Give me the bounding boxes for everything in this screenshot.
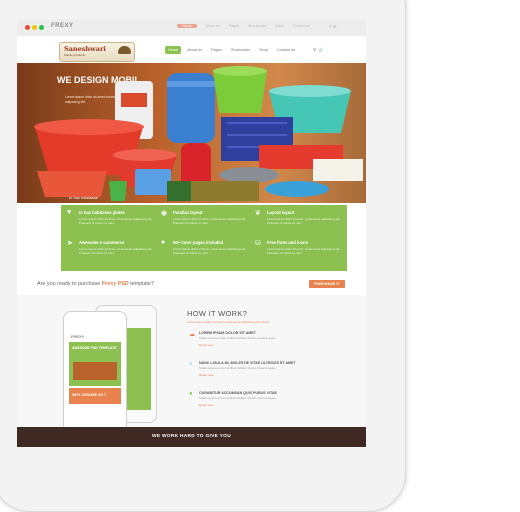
close-dot-icon[interactable] <box>25 25 30 30</box>
rocket-icon: ➤ <box>67 240 73 247</box>
feature-desc: Lorem ipsum dolor sit amet, consectetur … <box>267 247 341 255</box>
phone-logo: FREXY <box>71 334 85 339</box>
phone-hero: AWESOME PSD TEMPLATE <box>69 342 121 386</box>
purchase-button[interactable]: PURCHASE IT <box>309 280 345 288</box>
feature-title: Layout layout <box>267 210 295 215</box>
purchase-brand: Frexy PSD <box>101 281 129 287</box>
maximize-dot-icon[interactable] <box>39 25 44 30</box>
purchase-suffix: template? <box>130 281 154 287</box>
browser-nav: Home About us Pages Shortcodes Shop Cont… <box>177 24 310 28</box>
browser-nav-about[interactable]: About us <box>206 24 220 28</box>
feature-title: Free fonts and icons <box>267 240 308 245</box>
feature-title: 50+ inner pages included <box>173 240 224 245</box>
read-more-link[interactable]: Read more <box>199 343 214 347</box>
nav-about[interactable]: About us <box>184 46 205 54</box>
nav-pages[interactable]: Pages <box>208 46 225 54</box>
sitemap-icon: ⛁ <box>255 240 261 247</box>
logo-tagline: Plastic products <box>64 53 86 57</box>
feature-desc: Lorem ipsum dolor sit amet, consectetur … <box>267 217 341 225</box>
feature-desc: Lorem ipsum dolor sit amet, consectetur … <box>173 247 247 255</box>
feature-title: Awesome e-commerce <box>79 240 125 245</box>
leaf-icon: ❦ <box>255 210 261 217</box>
phone-cta: WHY CHOOSE US ? <box>72 393 107 397</box>
browser-nav-pages[interactable]: Pages <box>229 24 239 28</box>
site-logo[interactable]: Saneshwari Plastic products <box>59 42 135 62</box>
nav-home[interactable]: Home <box>165 46 182 54</box>
feature-desc: Lorem ipsum dolor sit amet, consectetur … <box>79 247 153 255</box>
step-title: LOREM IPSUM DOLOR SIT AMET <box>199 331 256 335</box>
purchase-prefix: Are you ready to purchase <box>37 281 101 287</box>
plastic-products-image <box>34 66 363 201</box>
mic-icon: ♪ <box>189 361 192 367</box>
features-panel: ♥ In hac habitasse plates Lorem ipsum do… <box>61 205 347 271</box>
camera-icon: ◉ <box>161 210 168 217</box>
browser-bar: FREXY Home About us Pages Shortcodes Sho… <box>17 19 366 37</box>
logo-text: Saneshwari <box>64 45 106 53</box>
read-more-link[interactable]: Read more <box>199 403 214 407</box>
nav-contact[interactable]: Contact us <box>274 46 298 54</box>
phone-title: AWESOME PSD TEMPLATE <box>72 346 117 350</box>
phone-hero-image <box>73 362 117 380</box>
bottom-title: WE WORK HARD TO GIVE YOU <box>152 434 231 439</box>
browser-nav-home[interactable]: Home <box>177 24 197 28</box>
nav-shortcodes[interactable]: Shortcodes <box>228 46 253 54</box>
phone-front-screen: FREXY AWESOME PSD TEMPLATE WHY CHOOSE US… <box>69 332 121 424</box>
tablet-screen: FREXY Home About us Pages Shortcodes Sho… <box>17 19 366 447</box>
tablet-frame: FREXY Home About us Pages Shortcodes Sho… <box>0 0 406 512</box>
step-title: CURABITUR ACCUMSAN QUIS PURUS VITAE <box>199 391 277 395</box>
hero-caption: In hac habitasse <box>69 195 99 200</box>
purchase-question: Are you ready to purchase Frexy PSD temp… <box>37 281 154 287</box>
download-icon: ☁ <box>189 332 195 338</box>
cart-icon[interactable]: ⚲🛒 <box>313 47 327 52</box>
turtle-icon <box>118 46 131 54</box>
how-subtitle: Lorem ipsum dolor sit amet, consectetur … <box>187 320 270 324</box>
main-nav: Home About us Pages Shortcodes Shop Cont… <box>165 46 298 54</box>
browser-nav-shop[interactable]: Shop <box>275 24 283 28</box>
nav-shop[interactable]: Shop <box>256 46 271 54</box>
how-title: HOW IT WORK? <box>187 309 248 318</box>
apple-icon: ● <box>161 239 166 246</box>
drop-icon: ● <box>189 391 193 397</box>
feature-title: Parallax layout <box>173 210 203 215</box>
step-desc: Nullam tempus ut enim et libero facilisi… <box>199 397 276 400</box>
purchase-band: Are you ready to purchase Frexy PSD temp… <box>17 273 366 295</box>
site-header: Saneshwari Plastic products Home About u… <box>17 36 366 63</box>
feature-desc: Lorem ipsum dolor sit amet, consectetur … <box>79 217 153 225</box>
how-it-work-section: FREXY AWESOME PSD TEMPLATE WHY CHOOSE US… <box>17 295 366 433</box>
phone-front: FREXY AWESOME PSD TEMPLATE WHY CHOOSE US… <box>63 311 127 433</box>
browser-nav-contact[interactable]: Contact us <box>293 24 310 28</box>
heart-icon: ♥ <box>67 209 72 216</box>
bottom-band: WE WORK HARD TO GIVE YOU <box>17 427 366 447</box>
browser-nav-shortcodes[interactable]: Shortcodes <box>248 24 266 28</box>
phone-cta-bar: WHY CHOOSE US ? <box>69 388 121 404</box>
feature-desc: Lorem ipsum dolor sit amet, consectetur … <box>173 217 247 225</box>
step-title: NUNC LIGULA MI, MOLESTIE VITAE ULTRICES … <box>199 361 296 365</box>
hero-banner: WE DESIGN MOBIL Lorem ipsum dolor sit am… <box>17 63 366 203</box>
feature-title: In hac habitasse plates <box>79 210 125 215</box>
browser-logo: FREXY <box>51 23 74 29</box>
search-icon[interactable]: ⚲ ☰ <box>329 24 337 29</box>
minimize-dot-icon[interactable] <box>32 25 37 30</box>
step-desc: Nullam tempus ut enim et libero facilisi… <box>199 367 276 370</box>
step-desc: Nullam tempus ut enim et libero facilisi… <box>199 337 276 340</box>
read-more-link[interactable]: Read more <box>199 373 214 377</box>
